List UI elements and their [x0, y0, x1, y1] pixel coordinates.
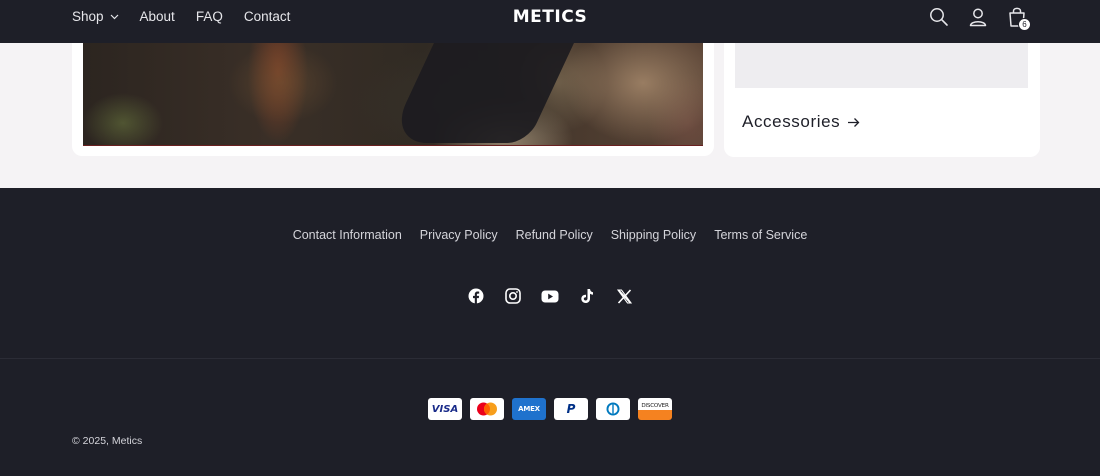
discover-icon: DISCOVER [638, 398, 672, 420]
main-nav: Shop About FAQ Contact [72, 0, 311, 33]
accessories-image-placeholder [735, 43, 1028, 88]
copyright-text[interactable]: 2025, Metics [83, 435, 143, 447]
visa-icon: VISA [428, 398, 462, 420]
footer-divider [0, 358, 1100, 359]
accessories-link[interactable]: Accessories [742, 112, 860, 132]
policy-link-privacy[interactable]: Privacy Policy [420, 228, 498, 242]
amex-icon: AMEX [512, 398, 546, 420]
policy-link-refund[interactable]: Refund Policy [516, 228, 593, 242]
nav-item-contact[interactable]: Contact [244, 9, 291, 24]
mastercard-icon [470, 398, 504, 420]
visa-label: VISA [431, 403, 459, 415]
nav-item-about[interactable]: About [140, 9, 175, 24]
site-logo[interactable]: METICS [513, 7, 588, 27]
copyright-symbol: © [72, 435, 80, 447]
nav-item-about-label: About [139, 9, 175, 24]
nav-item-shop[interactable]: Shop [72, 9, 119, 24]
nav-item-shop-label: Shop [72, 9, 104, 24]
account-icon[interactable] [965, 4, 991, 30]
arrow-right-icon [847, 117, 860, 128]
chevron-down-icon [110, 14, 119, 20]
policy-link-contact-information[interactable]: Contact Information [293, 228, 402, 242]
paypal-icon: P [554, 398, 588, 420]
tiktok-icon[interactable] [578, 287, 596, 305]
facebook-icon[interactable] [467, 287, 485, 305]
header-icons: 6 [913, 4, 1031, 31]
x-icon[interactable] [615, 287, 633, 305]
cart-count-badge: 6 [1018, 18, 1031, 31]
social-links [0, 287, 1100, 305]
policy-link-terms[interactable]: Terms of Service [714, 228, 807, 242]
payment-methods: VISA AMEX P DISCOVER [0, 398, 1100, 420]
cart-icon[interactable]: 6 [1004, 4, 1031, 31]
image-shadow-detail [387, 43, 579, 143]
search-icon[interactable] [926, 4, 952, 30]
collection-card[interactable] [72, 43, 714, 156]
nav-item-faq[interactable]: FAQ [196, 9, 223, 24]
diners-club-icon [596, 398, 630, 420]
nav-item-contact-label: Contact [243, 9, 291, 24]
accessories-link-label: Accessories [742, 112, 841, 131]
collection-image [83, 43, 703, 146]
paypal-label: P [566, 402, 576, 416]
accessories-card[interactable]: Accessories [724, 43, 1040, 157]
amex-label: AMEX [518, 405, 540, 413]
instagram-icon[interactable] [504, 287, 522, 305]
copyright: © 2025, Metics [72, 435, 142, 447]
site-header: Shop About FAQ Contact METICS 6 [0, 0, 1100, 43]
youtube-icon[interactable] [541, 287, 559, 305]
policy-links: Contact Information Privacy Policy Refun… [0, 228, 1100, 242]
discover-label: DISCOVER [641, 403, 669, 409]
nav-item-faq-label: FAQ [195, 9, 223, 24]
site-footer: Contact Information Privacy Policy Refun… [0, 188, 1100, 476]
policy-link-shipping[interactable]: Shipping Policy [611, 228, 696, 242]
